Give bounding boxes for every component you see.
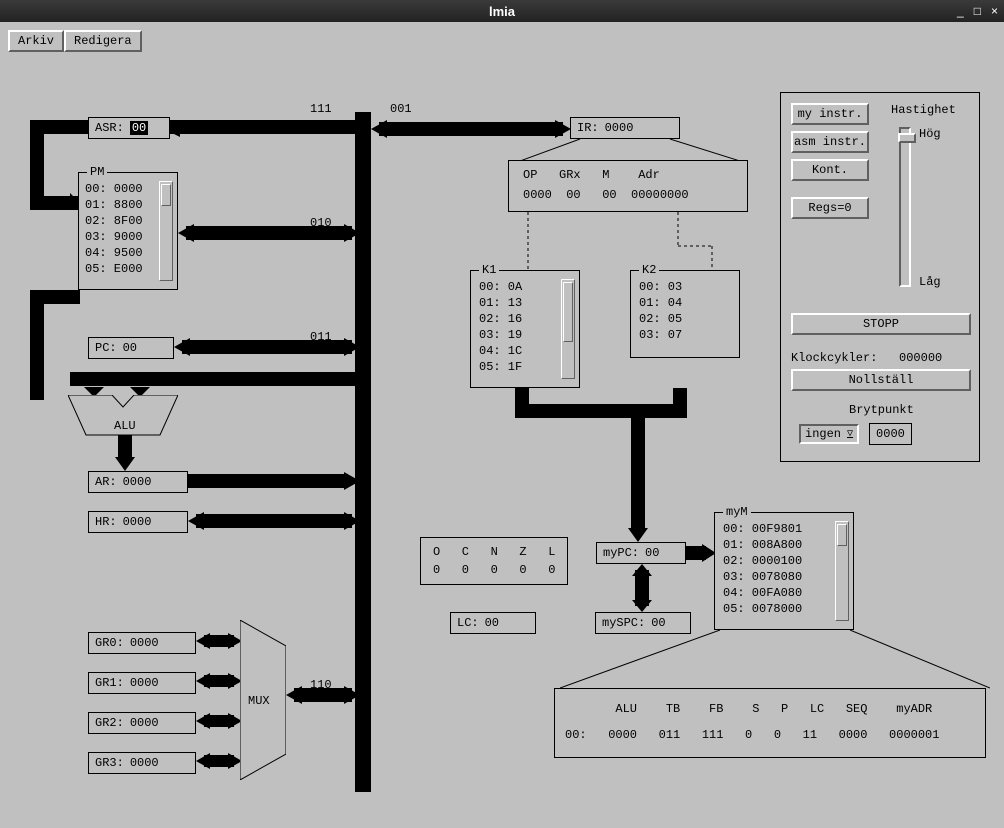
connector-mypc-myspc xyxy=(632,564,652,612)
k1-title: K1 xyxy=(479,263,499,277)
workspace: Arkiv Redigera 111 001 010 011 100 101 1… xyxy=(0,22,1004,828)
gr3-register[interactable]: GR3:0000 xyxy=(88,752,196,774)
pm-scrollbar[interactable] xyxy=(159,181,173,281)
stopp-button[interactable]: STOPP xyxy=(791,313,971,335)
window-title: lmia xyxy=(0,4,1004,19)
pm-title: PM xyxy=(87,165,107,179)
k2-list[interactable]: 00: 03 01: 04 02: 05 03: 07 xyxy=(639,279,682,343)
mym-list[interactable]: 00: 00F9801 01: 008A800 02: 0000100 03: … xyxy=(723,521,802,617)
klock-label: Klockcykler: 000000 xyxy=(791,351,942,365)
bus-label-111: 111 xyxy=(310,102,332,116)
speed-high: Hög xyxy=(919,127,941,141)
klock-value: 000000 xyxy=(899,351,942,365)
lc-register[interactable]: LC:00 xyxy=(450,612,536,634)
alu-label: ALU xyxy=(114,419,136,433)
ir-label: IR: xyxy=(577,121,599,135)
connector-alu-in xyxy=(30,290,370,400)
speed-low: Låg xyxy=(919,275,941,289)
mym-scrollbar[interactable] xyxy=(835,521,849,621)
connector-k-mypc xyxy=(505,388,715,548)
connector-mux-bus xyxy=(286,686,360,704)
control-panel: my instr. asm instr. Kont. Regs=0 Hastig… xyxy=(780,92,980,462)
gr0-register[interactable]: GR0:0000 xyxy=(88,632,196,654)
connector-ar-bus xyxy=(188,472,360,490)
myinstr-button[interactable]: my instr. xyxy=(791,103,869,125)
decode-row: 00: 0000 011 111 0 0 11 0000 0000001 xyxy=(565,727,939,743)
ar-label: AR: xyxy=(95,475,117,489)
mux-label: MUX xyxy=(248,694,270,708)
menu-arkiv[interactable]: Arkiv xyxy=(8,30,64,52)
break-label: Brytpunkt xyxy=(849,403,914,417)
ir-decode-bracket xyxy=(520,139,740,161)
break-select[interactable]: ingen ▽ xyxy=(799,424,859,444)
canvas: 111 001 010 011 100 101 110 ASR: 00 PM 0… xyxy=(0,52,1004,828)
asminstr-button[interactable]: asm instr. xyxy=(791,131,869,153)
mym-memory: myM 00: 00F9801 01: 008A800 02: 0000100 … xyxy=(714,512,854,630)
ir-decode: OP GRx M Adr 0000 00 00 00000000 xyxy=(508,160,748,212)
pm-memory: PM 00: 0000 01: 8800 02: 8F00 03: 9000 0… xyxy=(78,172,178,290)
k1-scrollbar[interactable] xyxy=(561,279,575,379)
flags-panel: O C N Z L 0 0 0 0 0 xyxy=(420,537,568,585)
connector-pm-bus xyxy=(178,224,360,242)
hr-register[interactable]: HR: 0000 xyxy=(88,511,188,533)
flags-val: 0 0 0 0 0 xyxy=(433,562,555,578)
ir-dashed xyxy=(508,212,748,272)
gr1-register[interactable]: GR1:0000 xyxy=(88,672,196,694)
connector-bus-ir xyxy=(371,120,571,138)
nollstall-button[interactable]: Nollställ xyxy=(791,369,971,391)
chevron-down-icon: ▽ xyxy=(847,428,853,440)
titlebar: lmia _ □ × xyxy=(0,0,1004,22)
mym-bracket xyxy=(560,630,990,690)
k1-list[interactable]: 00: 0A 01: 13 02: 16 03: 19 04: 1C 05: 1… xyxy=(479,279,522,375)
pm-list[interactable]: 00: 0000 01: 8800 02: 8F00 03: 9000 04: … xyxy=(85,181,143,277)
asr-value: 00 xyxy=(130,121,148,135)
k2-title: K2 xyxy=(639,263,659,277)
connector-mypc-mym xyxy=(686,544,716,562)
connector-alu-ar xyxy=(115,435,135,471)
hr-value: 0000 xyxy=(123,515,152,529)
ar-value: 0000 xyxy=(123,475,152,489)
ir-decode-hdr: OP GRx M Adr xyxy=(523,167,660,183)
gr2-register[interactable]: GR2:0000 xyxy=(88,712,196,734)
asr-register[interactable]: ASR: 00 xyxy=(88,117,170,139)
ir-register[interactable]: IR: 0000 xyxy=(570,117,680,139)
break-value[interactable]: 0000 xyxy=(869,423,912,445)
flags-hdr: O C N Z L xyxy=(433,544,555,560)
menubar: Arkiv Redigera xyxy=(8,30,142,52)
ar-register[interactable]: AR: 0000 xyxy=(88,471,188,493)
speed-slider[interactable] xyxy=(899,127,911,287)
bus-label-001: 001 xyxy=(390,102,412,116)
speed-label: Hastighet xyxy=(891,103,956,117)
asr-label: ASR: xyxy=(95,121,124,135)
decode-hdr: ALU TB FB S P LC SEQ myADR xyxy=(565,701,932,717)
regs-button[interactable]: Regs=0 xyxy=(791,197,869,219)
microinstr-decode: ALU TB FB S P LC SEQ myADR 00: 0000 011 … xyxy=(554,688,986,758)
mym-title: myM xyxy=(723,505,751,519)
close-icon[interactable]: × xyxy=(991,4,998,18)
hr-label: HR: xyxy=(95,515,117,529)
k2-memory: K2 00: 03 01: 04 02: 05 03: 07 xyxy=(630,270,740,358)
mypc-register[interactable]: myPC:00 xyxy=(596,542,686,564)
k1-memory: K1 00: 0A 01: 13 02: 16 03: 19 04: 1C 05… xyxy=(470,270,580,388)
connector-hr-bus xyxy=(188,512,360,530)
connector-gr-mux xyxy=(196,632,242,772)
menu-redigera[interactable]: Redigera xyxy=(64,30,142,52)
kont-button[interactable]: Kont. xyxy=(791,159,869,181)
ir-value: 0000 xyxy=(605,121,634,135)
maximize-icon[interactable]: □ xyxy=(974,4,981,18)
ir-decode-val: 0000 00 00 00000000 xyxy=(523,187,689,203)
minimize-icon[interactable]: _ xyxy=(957,4,964,18)
